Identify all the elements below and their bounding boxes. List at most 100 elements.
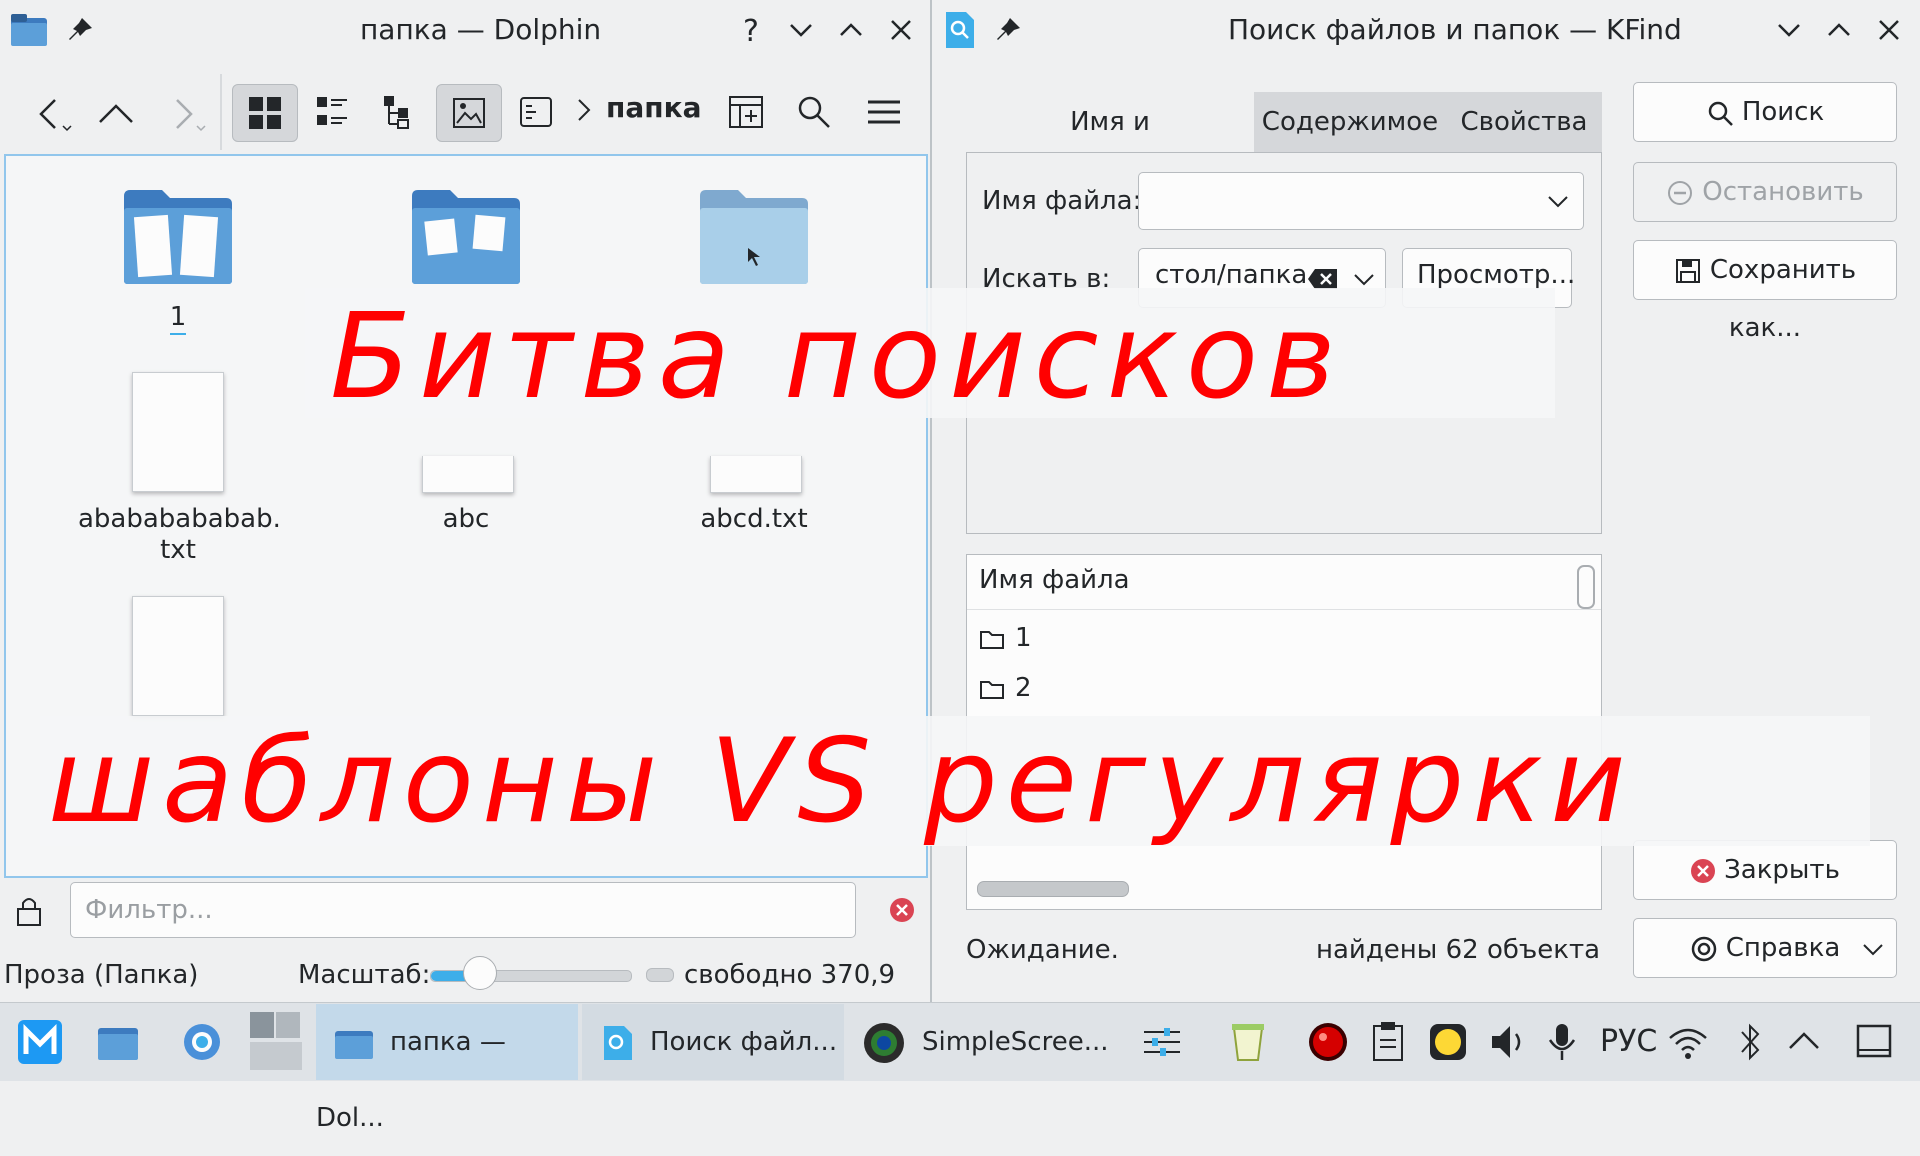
wifi-icon[interactable] bbox=[1666, 1020, 1710, 1064]
horizontal-scrollbar[interactable] bbox=[977, 881, 1129, 897]
folder-item[interactable] bbox=[366, 186, 566, 286]
task-simplescreenrecorder[interactable]: SimpleScree... bbox=[852, 1004, 1114, 1080]
breadcrumb-chevron-icon bbox=[574, 96, 594, 124]
file-manager-icon[interactable] bbox=[96, 1020, 140, 1064]
tab-contents[interactable]: Содержимое bbox=[1254, 92, 1446, 152]
back-button[interactable] bbox=[20, 84, 84, 140]
close-button[interactable]: Закрыть bbox=[1633, 840, 1897, 900]
found-count: найдены 62 объекта bbox=[1316, 935, 1601, 965]
icons-view-button[interactable] bbox=[232, 84, 298, 142]
filter-input[interactable]: Фильтр... bbox=[70, 882, 856, 938]
overlay-title-line1: Битва поисков bbox=[330, 287, 1344, 425]
search-button[interactable] bbox=[782, 84, 846, 140]
help-icon[interactable]: ? bbox=[733, 12, 769, 48]
text-file-icon bbox=[132, 372, 224, 492]
item-label: 1 bbox=[169, 302, 187, 335]
dolphin-app-icon[interactable] bbox=[10, 12, 48, 48]
task-dolphin[interactable]: папка — Dol... bbox=[316, 1004, 578, 1133]
task-label: Поиск файл... bbox=[650, 1027, 838, 1057]
help-button-label: Справка bbox=[1725, 933, 1841, 963]
file-item[interactable]: abababababab. txt bbox=[78, 372, 281, 566]
overlay-title-line2: шаблоны VS регулярки bbox=[48, 714, 1634, 849]
night-color-icon[interactable] bbox=[1426, 1020, 1470, 1064]
dolphin-window: папка — Dolphin ? папка 1 abababababab. … bbox=[0, 0, 932, 1044]
split-view-button[interactable] bbox=[504, 84, 568, 140]
chevron-up-icon[interactable] bbox=[1782, 1020, 1826, 1064]
search-button[interactable]: Поиск bbox=[1633, 82, 1897, 142]
zoom-slider-handle[interactable] bbox=[463, 956, 497, 990]
list-item[interactable]: 2 bbox=[979, 665, 1032, 711]
results-header-label: Имя файла bbox=[979, 565, 1130, 595]
list-item[interactable]: 1 bbox=[979, 615, 1032, 661]
hamburger-menu-button[interactable] bbox=[852, 84, 916, 140]
filename-combo[interactable] bbox=[1138, 172, 1584, 230]
close-icon bbox=[1691, 858, 1716, 883]
status-text: Проза (Папка) bbox=[4, 960, 199, 990]
maximize-icon[interactable] bbox=[833, 12, 869, 48]
folder-item[interactable]: 1 bbox=[78, 186, 278, 335]
save-as-button[interactable]: Сохранить как... bbox=[1633, 240, 1897, 343]
toolbar-separator bbox=[220, 74, 222, 150]
app-launcher-icon[interactable] bbox=[18, 1020, 62, 1064]
vertical-scrollbar[interactable] bbox=[1577, 565, 1595, 609]
show-desktop-icon[interactable] bbox=[1852, 1020, 1896, 1064]
zoom-slider[interactable] bbox=[430, 970, 632, 982]
trash-icon[interactable] bbox=[1226, 1020, 1270, 1064]
window-title: папка — Dolphin bbox=[360, 13, 602, 46]
kfind-app-icon[interactable] bbox=[944, 10, 976, 50]
preview-button[interactable] bbox=[436, 84, 502, 142]
pager-icon[interactable] bbox=[248, 1010, 304, 1072]
minimize-icon[interactable] bbox=[783, 12, 819, 48]
breadcrumb[interactable]: папка bbox=[606, 88, 701, 128]
lock-icon[interactable] bbox=[14, 894, 44, 928]
forward-button[interactable] bbox=[150, 84, 214, 140]
volume-icon[interactable] bbox=[1486, 1020, 1530, 1064]
item-label: abababababab. bbox=[78, 504, 281, 534]
compact-view-button[interactable] bbox=[300, 84, 364, 140]
keyboard-layout-indicator[interactable]: РУС bbox=[1600, 1004, 1657, 1080]
clear-filter-icon[interactable] bbox=[888, 896, 916, 924]
close-button-label: Закрыть bbox=[1724, 855, 1840, 885]
folder-icon bbox=[980, 680, 1004, 699]
results-header[interactable]: Имя файла bbox=[967, 555, 1601, 610]
tab-properties[interactable]: Свойства bbox=[1446, 92, 1602, 152]
close-icon[interactable] bbox=[1871, 12, 1907, 48]
dolphin-titlebar: папка — Dolphin ? bbox=[0, 0, 930, 60]
lookin-value: стол/папка bbox=[1155, 260, 1308, 290]
folder-icon bbox=[700, 190, 808, 284]
folder-icon bbox=[980, 630, 1004, 649]
folder-icon bbox=[124, 190, 232, 284]
maximize-icon[interactable] bbox=[1821, 12, 1857, 48]
browser-icon[interactable] bbox=[180, 1020, 224, 1064]
minimize-icon[interactable] bbox=[1771, 12, 1807, 48]
folder-icon bbox=[412, 190, 520, 284]
bluetooth-icon[interactable] bbox=[1728, 1020, 1772, 1064]
save-icon bbox=[1675, 258, 1700, 283]
microphone-icon[interactable] bbox=[1540, 1020, 1584, 1064]
result-name: 1 bbox=[1015, 623, 1032, 653]
help-button[interactable]: Справка bbox=[1633, 918, 1897, 978]
pin-icon[interactable] bbox=[64, 14, 96, 46]
record-icon[interactable] bbox=[1306, 1020, 1350, 1064]
mixer-icon[interactable] bbox=[1140, 1020, 1184, 1064]
file-item[interactable] bbox=[78, 596, 278, 716]
kfind-status: Ожидание. bbox=[966, 935, 1119, 965]
terminal-panel-button[interactable] bbox=[714, 84, 778, 140]
stop-button[interactable]: Остановить bbox=[1633, 162, 1897, 222]
task-kfind[interactable]: Поиск файл... bbox=[582, 1004, 844, 1080]
search-button-label: Поиск bbox=[1741, 97, 1825, 127]
tab-name-location[interactable]: Имя и расположение bbox=[966, 92, 1254, 197]
details-view-button[interactable] bbox=[368, 84, 432, 140]
clipboard-icon[interactable] bbox=[1366, 1020, 1410, 1064]
up-button[interactable] bbox=[84, 84, 148, 140]
folder-icon bbox=[335, 1030, 373, 1059]
file-icon bbox=[132, 596, 224, 716]
kfind-icon bbox=[604, 1025, 632, 1060]
free-space-bar bbox=[646, 968, 674, 982]
close-icon[interactable] bbox=[883, 12, 919, 48]
file-icon bbox=[422, 456, 514, 493]
pin-icon[interactable] bbox=[992, 14, 1024, 46]
task-label: SimpleScree... bbox=[922, 1027, 1109, 1057]
chevron-down-icon bbox=[1863, 944, 1883, 956]
folder-item[interactable] bbox=[654, 186, 854, 286]
